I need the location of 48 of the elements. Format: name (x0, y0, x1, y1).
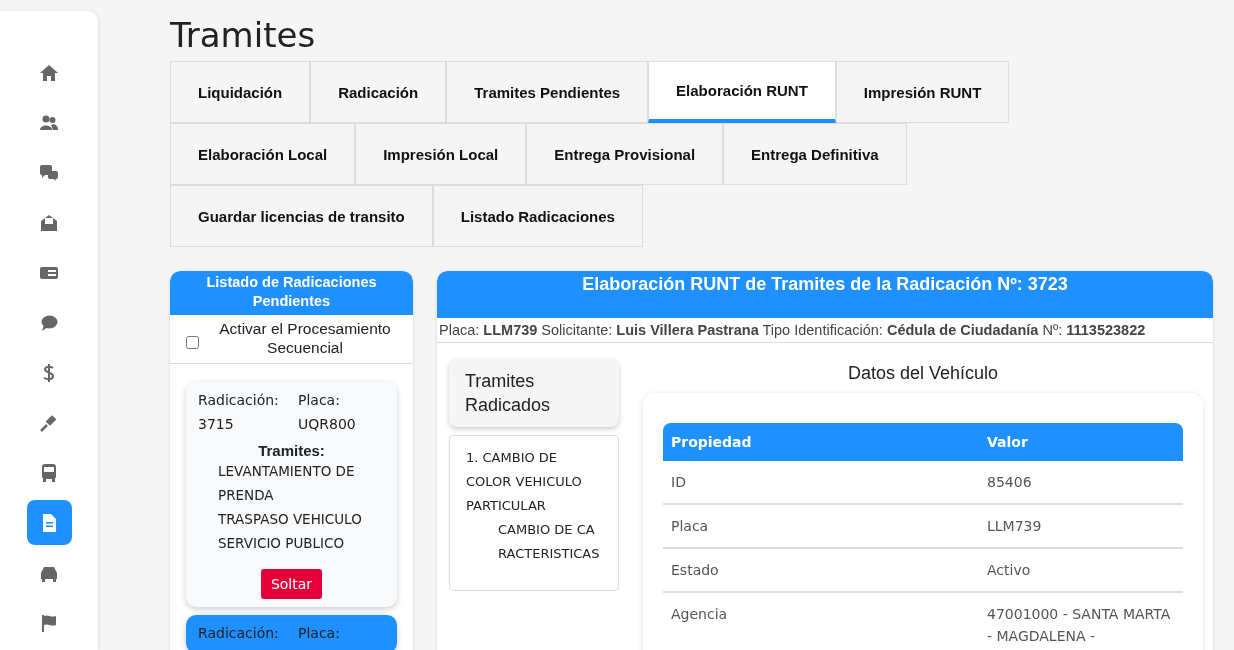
request-info: Placa: LLM739 Solicitante: Luis Villera Pastrana Tipo Identificación: Cédula de Ciudadanía Nº: 1113523822 (437, 318, 1213, 343)
table-cell: 47001000 - SANTA MARTA - MAGDALENA - (979, 592, 1183, 650)
field-value: UQR800 (298, 415, 357, 434)
field-label: Radicación: (198, 391, 280, 410)
table-cell: Agencia (663, 592, 979, 650)
panel-header: Listado de Radicaciones Pendientes (170, 271, 413, 315)
column-header: Propiedad (663, 423, 979, 461)
tab[interactable]: Elaboración Local (170, 123, 356, 185)
tramites-heading: Tramites Radicados (449, 359, 619, 427)
bus-icon (39, 462, 59, 483)
home-icon (39, 62, 59, 83)
tab[interactable]: Radicación (310, 61, 447, 123)
tab[interactable]: Impresión RUNT (835, 61, 1010, 123)
tab[interactable]: Listado Radicaciones (432, 185, 643, 247)
tab[interactable]: Entrega Provisional (526, 123, 724, 185)
tramite-item: 1. CAMBIO DE COLOR VEHICULO PARTICULAR (466, 449, 583, 515)
open-envelope-icon (39, 212, 59, 233)
release-button[interactable]: Soltar (260, 569, 323, 599)
table-cell: Activo (979, 548, 1183, 592)
radicacion-card[interactable]: Radicación: Placa: 3715 UQR800 Tramites: LEVANTAMIENTO DE PRENDA TRASPASO VEHICULO SERVICIO PUBLICO Soltar (186, 382, 397, 607)
tramite-item: LEVANTAMIENTO DE PRENDA (217, 462, 356, 505)
sidebar-item[interactable] (26, 500, 72, 545)
tab[interactable]: Entrega Definitiva (723, 123, 907, 185)
field-label: Placa: (298, 624, 341, 643)
tab[interactable]: Impresión Local (355, 123, 527, 185)
tramites-label: Tramites: (257, 442, 326, 459)
radicacion-card[interactable]: Radicación: Placa: (186, 615, 397, 650)
table-cell: Estado (663, 548, 979, 592)
tab[interactable]: Elaboración RUNT (648, 61, 836, 123)
table-cell: 85406 (979, 461, 1183, 504)
page-title: Tramites (170, 15, 317, 55)
field-label: Placa: (298, 391, 341, 410)
checkbox-label: Activar el Procesamiento Secuencial (218, 319, 392, 357)
field-label: Radicación: (198, 624, 280, 643)
tab[interactable]: Liquidación (170, 61, 311, 123)
table-cell: ID (663, 461, 979, 504)
table-cell: Placa (663, 504, 979, 548)
column-header: Valor (979, 423, 1183, 461)
field-value: 3715 (198, 415, 235, 434)
table-cell: LLM739 (979, 504, 1183, 548)
panel-header: Elaboración RUNT de Tramites de la Radicación Nº: 3723 (437, 271, 1213, 318)
checkbox[interactable] (186, 335, 199, 349)
tramite-item: TRASPASO VEHICULO SERVICIO PUBLICO (217, 510, 363, 553)
section-title: Datos del Vehículo (846, 362, 1000, 385)
tramite-item: CAMBIO DE CARACTERISTICAS (497, 521, 601, 563)
tab[interactable]: Guardar licencias de transito (170, 185, 433, 247)
tab[interactable]: Tramites Pendientes (446, 61, 649, 123)
flag-icon (39, 612, 59, 633)
